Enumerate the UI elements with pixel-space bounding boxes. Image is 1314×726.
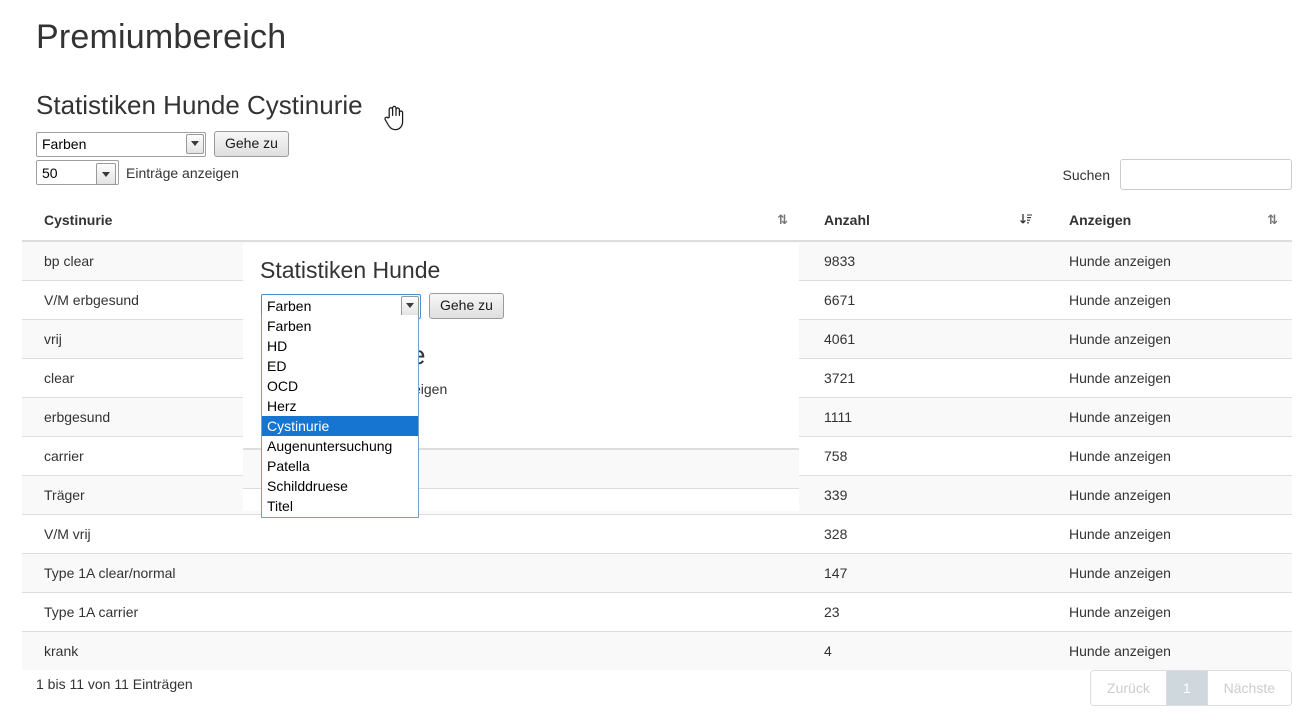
option-ed[interactable]: ED (262, 356, 418, 376)
statistics-jump-controls: Farben Gehe zu (36, 131, 289, 157)
cell-anzeigen-link[interactable]: Hunde anzeigen (1047, 397, 1292, 437)
pagination: Zurück 1 Nächste (1090, 670, 1292, 706)
overlay-go-to-button[interactable]: Gehe zu (429, 293, 504, 319)
cell-anzeigen-link[interactable]: Hunde anzeigen (1047, 592, 1292, 632)
table-header: Cystinurie ⇅ Anzahl Anzeigen ⇅ (22, 204, 1292, 242)
column-header-cystinurie[interactable]: Cystinurie ⇅ (22, 204, 802, 242)
cell-anzahl: 328 (802, 514, 1047, 554)
table-row[interactable]: Type 1A clear/normal 147 Hunde anzeigen (22, 553, 1292, 593)
table-row[interactable]: Type 1A carrier 23 Hunde anzeigen (22, 592, 1292, 632)
go-to-button[interactable]: Gehe zu (214, 131, 289, 157)
cell-anzeigen-link[interactable]: Hunde anzeigen (1047, 475, 1292, 515)
cell-anzeigen-link[interactable]: Hunde anzeigen (1047, 319, 1292, 359)
cell-anzahl: 23 (802, 592, 1047, 632)
page-length-select[interactable]: 50 (36, 160, 119, 185)
table-header-row: Cystinurie ⇅ Anzahl Anzeigen ⇅ (22, 204, 1292, 242)
cell-cystinurie: krank (22, 631, 802, 670)
column-header-label: Cystinurie (44, 212, 113, 228)
sort-neutral-icon: ⇅ (777, 213, 788, 228)
table-row[interactable]: V/M vrij 328 Hunde anzeigen (22, 514, 1292, 554)
cell-anzahl: 6671 (802, 280, 1047, 320)
cell-anzahl: 147 (802, 553, 1047, 593)
cell-anzahl: 4 (802, 631, 1047, 670)
option-cystinurie[interactable]: Cystinurie (262, 416, 418, 436)
table-info: 1 bis 11 von 11 Einträgen (36, 676, 193, 692)
page-root: Premiumbereich Statistiken Hunde Cystinu… (0, 0, 1314, 726)
option-herz[interactable]: Herz (262, 396, 418, 416)
pagination-page-1[interactable]: 1 (1166, 671, 1208, 705)
table-length-controls: 50 Einträge anzeigen (36, 160, 239, 185)
cell-anzahl: 339 (802, 475, 1047, 515)
option-augenuntersuchung[interactable]: Augenuntersuchung (262, 436, 418, 456)
cell-anzeigen-link[interactable]: Hunde anzeigen (1047, 436, 1292, 476)
cell-cystinurie: Type 1A clear/normal (22, 553, 802, 593)
search-input[interactable] (1120, 159, 1292, 190)
sort-neutral-icon: ⇅ (1267, 213, 1278, 228)
cell-anzeigen-link[interactable]: Hunde anzeigen (1047, 280, 1292, 320)
column-header-label: Anzeigen (1069, 212, 1132, 228)
cell-cystinurie: Type 1A carrier (22, 592, 802, 632)
table-search-controls: Suchen (1063, 159, 1292, 190)
option-hd[interactable]: HD (262, 336, 418, 356)
table-row[interactable]: krank 4 Hunde anzeigen (22, 631, 1292, 670)
column-header-anzeigen[interactable]: Anzeigen ⇅ (1047, 204, 1292, 242)
pagination-next[interactable]: Nächste (1207, 671, 1291, 705)
statistic-type-select-wrapper[interactable]: Farben (36, 131, 206, 157)
option-ocd[interactable]: OCD (262, 376, 418, 396)
pagination-previous[interactable]: Zurück (1091, 671, 1167, 705)
page-length-select-wrapper[interactable]: 50 (36, 160, 119, 185)
option-patella[interactable]: Patella (262, 456, 418, 476)
mouse-cursor-pointer-icon (383, 105, 405, 131)
cell-anzeigen-link[interactable]: Hunde anzeigen (1047, 553, 1292, 593)
page-subtitle: Statistiken Hunde Cystinurie (36, 90, 363, 120)
page-title: Premiumbereich (36, 18, 287, 56)
cell-anzahl: 1111 (802, 397, 1047, 437)
sort-descending-icon (1020, 213, 1033, 231)
cell-anzahl: 9833 (802, 240, 1047, 281)
column-header-label: Anzahl (824, 212, 870, 228)
search-label: Suchen (1062, 166, 1110, 183)
cell-anzahl: 758 (802, 436, 1047, 476)
cell-anzahl: 4061 (802, 319, 1047, 359)
cell-anzeigen-link[interactable]: Hunde anzeigen (1047, 358, 1292, 398)
option-titel[interactable]: Titel (262, 496, 418, 516)
statistic-type-option-list[interactable]: Farben HD ED OCD Herz Cystinurie Augenun… (261, 315, 419, 518)
statistic-type-select[interactable]: Farben (36, 131, 206, 157)
cell-anzeigen-link[interactable]: Hunde anzeigen (1047, 240, 1292, 281)
option-schilddruese[interactable]: Schilddruese (262, 476, 418, 496)
overlay-heading: Statistiken Hunde (260, 257, 441, 283)
cell-anzeigen-link[interactable]: Hunde anzeigen (1047, 631, 1292, 670)
option-farben[interactable]: Farben (262, 316, 418, 336)
cell-anzahl: 3721 (802, 358, 1047, 398)
page-length-label: Einträge anzeigen (126, 164, 239, 181)
cell-anzeigen-link[interactable]: Hunde anzeigen (1047, 514, 1292, 554)
column-header-anzahl[interactable]: Anzahl (802, 204, 1047, 242)
cell-cystinurie: V/M vrij (22, 514, 802, 554)
